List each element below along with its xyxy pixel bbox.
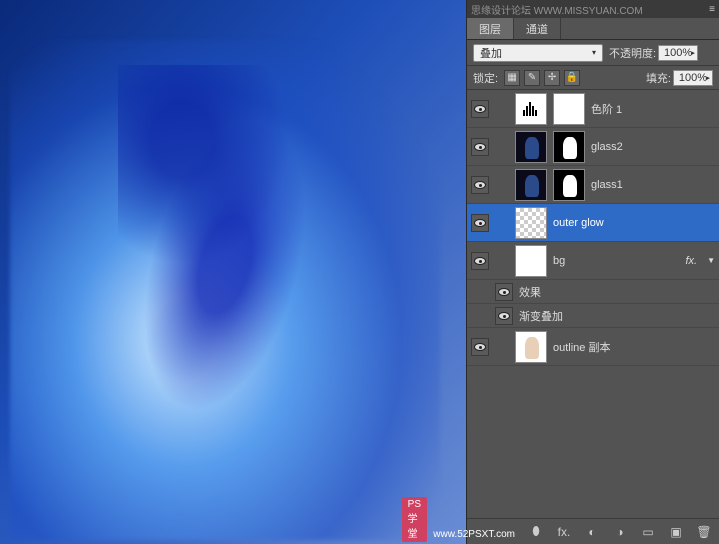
layer-row-bg[interactable]: bg fx. ▼ xyxy=(467,242,719,280)
fx-expand-arrow[interactable]: ▼ xyxy=(707,256,715,265)
blend-mode-value: 叠加 xyxy=(480,45,502,61)
fx-button-icon[interactable]: fx. xyxy=(555,523,573,541)
layer-name[interactable]: bg xyxy=(553,255,679,267)
layer-name[interactable]: 色阶 1 xyxy=(591,101,715,117)
layer-options-bar: 叠加 ▾ 不透明度: 100% ▸ xyxy=(467,40,719,66)
adjustment-button-icon[interactable]: ◑ xyxy=(611,523,629,541)
eye-icon xyxy=(474,181,486,189)
lock-bar: 锁定: ▦ ✎ ✢ 🔒 填充: 100% ▸ xyxy=(467,66,719,90)
lock-all-button[interactable]: 🔒 xyxy=(564,70,580,86)
layer-row-outline[interactable]: outline 副本 xyxy=(467,328,719,366)
layer-row-glass2[interactable]: glass2 xyxy=(467,128,719,166)
visibility-toggle[interactable] xyxy=(471,214,489,232)
visibility-toggle[interactable] xyxy=(471,100,489,118)
visibility-toggle[interactable] xyxy=(471,338,489,356)
fx-label: 效果 xyxy=(519,284,715,300)
layer-row-glass1[interactable]: glass1 xyxy=(467,166,719,204)
fx-row-effects[interactable]: 效果 xyxy=(467,280,719,304)
fill-label: 填充: xyxy=(646,70,671,86)
eye-icon xyxy=(474,257,486,265)
source-watermark: 思缘设计论坛 WWW.MISSYUAN.COM xyxy=(471,2,643,17)
layer-thumbnail[interactable] xyxy=(515,169,547,201)
canvas-viewport[interactable] xyxy=(0,0,466,544)
eye-icon xyxy=(498,288,510,296)
layer-row-outerglow[interactable]: outer glow xyxy=(467,204,719,242)
layer-thumbnail[interactable] xyxy=(515,331,547,363)
fill-input[interactable]: 100% ▸ xyxy=(673,70,713,86)
fx-indicator[interactable]: fx. xyxy=(685,255,697,267)
eye-icon xyxy=(498,312,510,320)
delete-layer-icon[interactable]: 🗑 xyxy=(695,523,713,541)
visibility-toggle[interactable] xyxy=(495,283,513,301)
layer-panel-footer: PS学堂 www.52PSXT.com ⬮ fx. ◐ ◑ ▭ ▣ 🗑 xyxy=(467,518,719,544)
layer-mask-thumbnail[interactable] xyxy=(553,93,585,125)
panel-title-bar: 思缘设计论坛 WWW.MISSYUAN.COM ≡ xyxy=(467,0,719,18)
chevron-down-icon: ▾ xyxy=(592,48,596,57)
tab-layers[interactable]: 图层 xyxy=(467,18,514,39)
layer-mask-thumbnail[interactable] xyxy=(553,169,585,201)
link-layers-icon[interactable]: ⬮ xyxy=(527,523,545,541)
lock-pixels-button[interactable]: ✎ xyxy=(524,70,540,86)
fx-row-gradient[interactable]: 渐变叠加 xyxy=(467,304,719,328)
panel-menu-icon[interactable]: ≡ xyxy=(709,4,715,15)
document-content xyxy=(10,40,440,540)
watermark-url: www.52PSXT.com xyxy=(433,529,515,540)
lock-transparent-button[interactable]: ▦ xyxy=(504,70,520,86)
layer-name[interactable]: glass2 xyxy=(591,141,715,153)
fx-name[interactable]: 渐变叠加 xyxy=(519,308,715,324)
layer-mask-thumbnail[interactable] xyxy=(553,131,585,163)
eye-icon xyxy=(474,105,486,113)
new-layer-icon[interactable]: ▣ xyxy=(667,523,685,541)
layer-name[interactable]: outer glow xyxy=(553,217,715,229)
adjustment-thumbnail[interactable] xyxy=(515,93,547,125)
eye-icon xyxy=(474,143,486,151)
lock-position-button[interactable]: ✢ xyxy=(544,70,560,86)
layer-name[interactable]: glass1 xyxy=(591,179,715,191)
chevron-right-icon: ▸ xyxy=(692,49,696,57)
layer-list[interactable]: 色阶 1 glass2 glass1 xyxy=(467,90,719,518)
lock-label: 锁定: xyxy=(473,70,498,86)
blend-mode-dropdown[interactable]: 叠加 ▾ xyxy=(473,44,603,62)
visibility-toggle[interactable] xyxy=(471,252,489,270)
chevron-right-icon: ▸ xyxy=(706,74,710,82)
layer-thumbnail[interactable] xyxy=(515,207,547,239)
layer-thumbnail[interactable] xyxy=(515,245,547,277)
visibility-toggle[interactable] xyxy=(495,307,513,325)
layer-row-levels[interactable]: 色阶 1 xyxy=(467,90,719,128)
levels-icon xyxy=(521,102,541,116)
visibility-toggle[interactable] xyxy=(471,138,489,156)
panel-tabs: 图层 通道 xyxy=(467,18,719,40)
mask-button-icon[interactable]: ◐ xyxy=(583,523,601,541)
layer-name[interactable]: outline 副本 xyxy=(553,339,715,355)
layers-panel: 思缘设计论坛 WWW.MISSYUAN.COM ≡ 图层 通道 叠加 ▾ 不透明… xyxy=(466,0,719,544)
tab-channels[interactable]: 通道 xyxy=(514,18,561,39)
opacity-input[interactable]: 100% ▸ xyxy=(658,45,698,61)
watermark-badge: PS学堂 xyxy=(402,497,427,542)
visibility-toggle[interactable] xyxy=(471,176,489,194)
group-button-icon[interactable]: ▭ xyxy=(639,523,657,541)
eye-icon xyxy=(474,343,486,351)
eye-icon xyxy=(474,219,486,227)
layer-thumbnail[interactable] xyxy=(515,131,547,163)
opacity-label: 不透明度: xyxy=(609,45,656,61)
